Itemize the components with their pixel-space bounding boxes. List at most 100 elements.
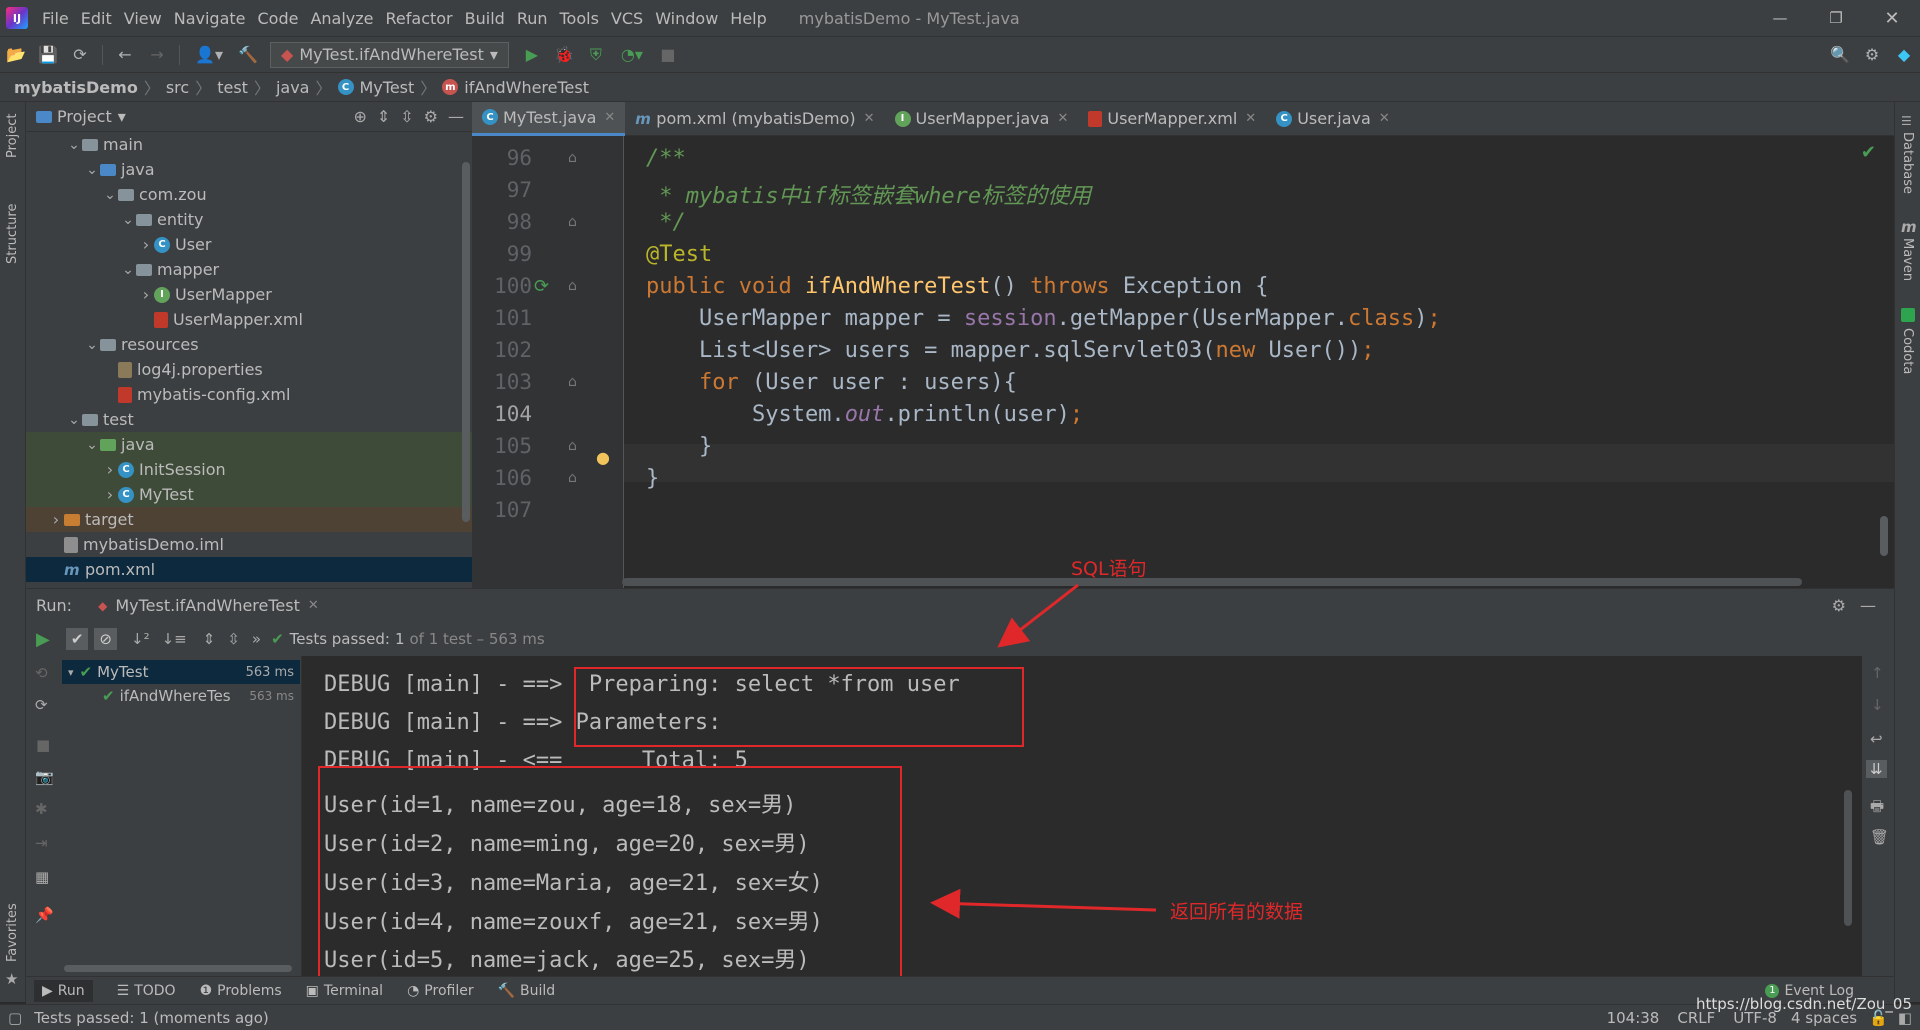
build-hammer-icon[interactable]: 🔨 xyxy=(235,42,261,68)
layout-icon[interactable]: ▦ xyxy=(35,868,49,886)
chevron-down-icon[interactable]: ⌄ xyxy=(66,137,82,153)
restore-button[interactable]: ❐ xyxy=(1808,9,1864,27)
menu-item-code[interactable]: Code xyxy=(252,9,305,28)
run-tab[interactable]: MyTest.ifAndWhereTest xyxy=(115,596,300,615)
forward-icon[interactable]: → xyxy=(144,42,170,68)
lightbulb-icon[interactable]: ● xyxy=(596,448,610,467)
soft-wrap-icon[interactable]: ↩ xyxy=(1870,730,1883,748)
exit-icon[interactable]: ⇥ xyxy=(35,834,48,852)
back-icon[interactable]: ← xyxy=(112,42,138,68)
sort-duration-icon[interactable]: ↓≡ xyxy=(162,630,187,648)
gear-icon[interactable]: ⚙ xyxy=(1832,596,1846,615)
tab-usermapper-java[interactable]: I UserMapper.java ✕ xyxy=(885,102,1079,136)
chevron-right-icon[interactable]: › xyxy=(102,485,118,504)
fold-marker-icon[interactable]: ⌂ xyxy=(568,374,577,390)
settings-gear-icon[interactable]: ⚙ xyxy=(1859,42,1885,68)
run-test-gutter-icon[interactable]: ⟳ xyxy=(534,276,549,297)
tab-pom-xml-mybatisdemo[interactable]: m pom.xml (mybatisDemo) ✕ xyxy=(625,102,884,136)
menu-item-run[interactable]: Run xyxy=(511,9,554,28)
show-ignored-icon[interactable]: ⊘ xyxy=(94,628,117,650)
trash-icon[interactable]: 🗑 xyxy=(1870,828,1889,846)
breadcrumb-src[interactable]: src xyxy=(166,78,189,97)
project-tool-button[interactable]: Project xyxy=(5,114,20,158)
close-icon[interactable]: ✕ xyxy=(864,111,875,126)
tree-hscrollbar[interactable] xyxy=(64,965,292,972)
menu-item-view[interactable]: View xyxy=(118,9,168,28)
close-icon[interactable]: ✕ xyxy=(308,598,319,613)
menu-item-analyze[interactable]: Analyze xyxy=(304,9,379,28)
hide-icon[interactable]: — xyxy=(448,107,464,126)
tree-item[interactable]: › C InitSession xyxy=(26,457,472,482)
tab-build[interactable]: 🔨 Build xyxy=(498,983,556,999)
tree-item[interactable]: m pom.xml xyxy=(26,557,472,582)
chevron-down-icon[interactable]: ⌄ xyxy=(84,162,100,178)
chevron-down-icon[interactable]: ▾ xyxy=(118,107,126,126)
tree-item[interactable]: mybatis-config.xml xyxy=(26,382,472,407)
horizontal-scrollbar[interactable] xyxy=(622,578,1802,586)
chevron-right-icon[interactable]: › xyxy=(48,510,64,529)
breadcrumb-java[interactable]: java xyxy=(276,78,310,97)
chevron-right-icon[interactable]: › xyxy=(138,285,154,304)
up-arrow-icon[interactable]: ↑ xyxy=(1871,664,1884,682)
tab-todo[interactable]: ☰ TODO xyxy=(117,983,176,999)
status-toggle-icon[interactable]: ▢ xyxy=(8,1009,22,1027)
caret-position[interactable]: 104:38 xyxy=(1607,1009,1660,1027)
tree-item[interactable]: ⌄ mapper xyxy=(26,257,472,282)
codota-tool-button[interactable]: Codota xyxy=(1900,328,1915,374)
tab-terminal[interactable]: ▣ Terminal xyxy=(306,983,383,999)
tree-item[interactable]: ⌄ entity xyxy=(26,207,472,232)
tree-item[interactable]: ⌄ main xyxy=(26,132,472,157)
chevron-right-icon[interactable]: › xyxy=(138,235,154,254)
breadcrumb-project[interactable]: mybatisDemo xyxy=(14,78,138,97)
close-icon[interactable]: ✕ xyxy=(1379,111,1390,126)
close-icon[interactable]: ✕ xyxy=(604,110,615,125)
code-editor[interactable]: 96 97 98 99 100 101 102 103 104 105 106 107 ⌂ ⌂ ⌂ ⌂ ⌂ ⌂ ⟳ ●… xyxy=(472,136,1894,588)
expand-all-icon[interactable]: ⇕ xyxy=(377,107,390,126)
chevron-down-icon[interactable]: ⌄ xyxy=(84,437,100,453)
structure-tool-button[interactable]: Structure xyxy=(5,204,20,264)
tree-item[interactable]: › I UserMapper xyxy=(26,282,472,307)
chevron-down-icon[interactable]: ⌄ xyxy=(120,262,136,278)
fold-marker-icon[interactable]: ⌂ xyxy=(568,214,577,230)
rerun-icon[interactable]: ▶ xyxy=(36,629,50,650)
collapse-all-icon[interactable]: ⇳ xyxy=(400,107,413,126)
search-icon[interactable]: 🔍 xyxy=(1827,42,1853,68)
tab-problems[interactable]: ❶ Problems xyxy=(200,983,282,999)
tree-item[interactable]: › target xyxy=(26,507,472,532)
chevron-down-icon[interactable]: ⌄ xyxy=(66,412,82,428)
close-icon[interactable]: ✕ xyxy=(1057,111,1068,126)
editor-scrollbar[interactable] xyxy=(1880,516,1888,556)
chevron-down-icon[interactable]: ⌄ xyxy=(84,337,100,353)
tree-scrollbar[interactable] xyxy=(462,162,470,522)
sync-icon[interactable]: ⟳ xyxy=(67,42,93,68)
run-config-select[interactable]: ◆ MyTest.ifAndWhereTest ▾ xyxy=(270,41,509,68)
tab-run[interactable]: ▶ Run xyxy=(34,979,93,1002)
tree-item[interactable]: UserMapper.xml xyxy=(26,307,472,332)
tree-item[interactable]: ⌄ resources xyxy=(26,332,472,357)
breadcrumb-method[interactable]: ifAndWhereTest xyxy=(464,78,589,97)
tab-user-java[interactable]: C User.java ✕ xyxy=(1266,102,1400,136)
toggle-auto-test-icon[interactable]: ⟳ xyxy=(35,696,48,714)
tree-item[interactable]: mybatisDemo.iml xyxy=(26,532,472,557)
menu-item-help[interactable]: Help xyxy=(724,9,772,28)
open-folder-icon[interactable]: 📂 xyxy=(3,42,29,68)
show-passed-icon[interactable]: ✔ xyxy=(65,628,89,650)
breadcrumb-class[interactable]: MyTest xyxy=(360,78,415,97)
tree-item[interactable]: ⌄ java xyxy=(26,432,472,457)
expand-all-icon[interactable]: ⇕ xyxy=(203,630,216,648)
console-scrollbar[interactable] xyxy=(1844,790,1852,926)
print-icon[interactable]: 🖶 xyxy=(1870,796,1884,821)
save-icon[interactable]: 💾 xyxy=(35,42,61,68)
collapse-all-icon[interactable]: ⇳ xyxy=(227,630,240,648)
camera-icon[interactable]: 📷 xyxy=(35,768,54,786)
tree-item[interactable]: › C User xyxy=(26,232,472,257)
tab-profiler[interactable]: ◔ Profiler xyxy=(407,983,474,999)
minimize-button[interactable]: — xyxy=(1752,9,1808,27)
fold-marker-icon[interactable]: ⌂ xyxy=(568,438,577,454)
gear-icon[interactable]: ⚙ xyxy=(424,107,438,126)
more-icon[interactable]: » xyxy=(252,630,261,648)
close-button[interactable]: ✕ xyxy=(1864,8,1920,29)
down-arrow-icon[interactable]: ↓ xyxy=(1871,696,1884,714)
menu-item-vcs[interactable]: VCS xyxy=(605,9,649,28)
sort-alpha-icon[interactable]: ↓² xyxy=(131,630,150,648)
